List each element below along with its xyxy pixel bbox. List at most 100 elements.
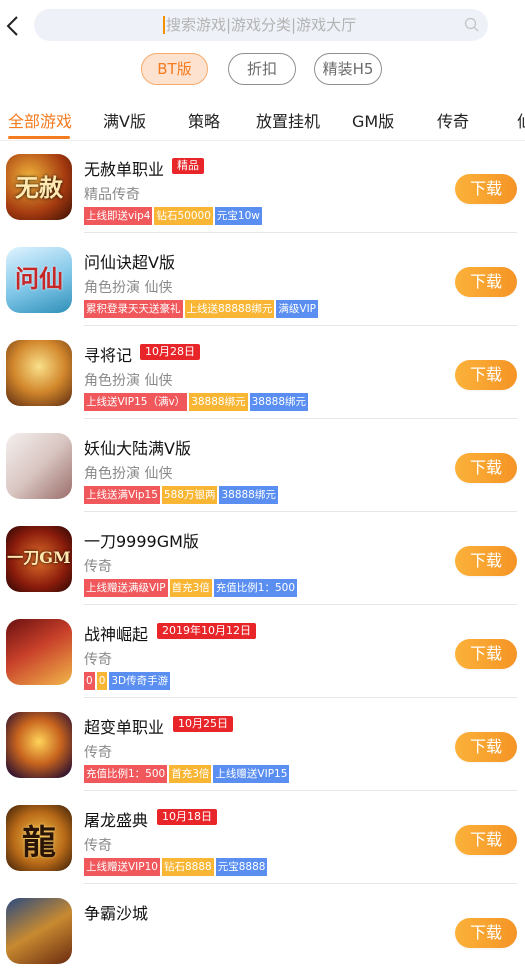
download-button[interactable]: 下载 [455, 732, 517, 762]
game-tag: 38888绑元 [249, 393, 308, 411]
game-tag: 588万银两 [161, 486, 218, 504]
download-button[interactable]: 下载 [455, 453, 517, 483]
game-name[interactable]: 问仙诀超V版 [84, 249, 175, 273]
filter-h5-button[interactable]: 精装H5 [314, 53, 382, 85]
tab-legend[interactable]: 传奇 [437, 108, 469, 132]
filter-discount-button[interactable]: 折扣 [228, 53, 296, 85]
game-icon-text: 一刀GM [7, 548, 71, 567]
filter-pills: BT版 折扣 精装H5 [0, 53, 525, 87]
back-arrow-icon[interactable] [2, 10, 26, 42]
game-category: 角色扮演 仙侠 [84, 373, 173, 389]
game-name[interactable]: 无赦单职业 [84, 156, 164, 180]
game-row[interactable]: 超变单职业 10月25日 传奇 充值比例1：500 首充3倍 上线赠送VIP15 下… [0, 698, 525, 791]
game-icon[interactable] [6, 433, 72, 499]
game-name[interactable]: 战神崛起 [84, 621, 148, 645]
game-tag: 钻石50000 [154, 207, 213, 225]
game-row[interactable]: 妖仙大陆满V版 角色扮演 仙侠 上线送满Vip15 588万银两 38888绑元 下… [0, 419, 525, 512]
game-tag: 钻石8888 [161, 858, 214, 876]
game-tag: 满级VIP [276, 300, 319, 318]
game-tags: 上线送VIP15（满v） 38888绑元 38888绑元 [84, 393, 310, 411]
game-tag: 元宝8888 [215, 858, 268, 876]
game-tags: 累积登录天天送豪礼 上线送88888绑元 满级VIP [84, 300, 320, 318]
tab-full-v[interactable]: 满V版 [103, 108, 146, 132]
game-tag: 充值比例1：500 [213, 579, 298, 597]
game-icon[interactable]: 问仙 [6, 247, 72, 313]
game-name[interactable]: 妖仙大陆满V版 [84, 435, 191, 459]
game-tags: 充值比例1：500 首充3倍 上线赠送VIP15 [84, 765, 291, 783]
game-badge: 精品 [172, 158, 204, 174]
search-input[interactable] [166, 9, 456, 41]
game-tag: 累积登录天天送豪礼 [84, 300, 183, 318]
game-icon[interactable] [6, 898, 72, 964]
game-tags: 0 0 3D传奇手游 [84, 672, 172, 690]
tab-strategy[interactable]: 策略 [188, 108, 220, 132]
game-icon[interactable]: 一刀GM [6, 526, 72, 592]
game-tag: 上线送满Vip15 [84, 486, 160, 504]
game-icon[interactable]: 无赦 [6, 154, 72, 220]
game-row[interactable]: 战神崛起 2019年10月12日 传奇 0 0 3D传奇手游 下载 [0, 605, 525, 698]
game-category: 传奇 [84, 652, 112, 668]
tab-idle[interactable]: 放置挂机 [256, 108, 320, 132]
game-icon-text: 龍 [22, 823, 56, 863]
download-button[interactable]: 下载 [455, 825, 517, 855]
game-category: 传奇 [84, 559, 112, 575]
download-button[interactable]: 下载 [455, 267, 517, 297]
game-icon[interactable] [6, 712, 72, 778]
game-tag: 3D传奇手游 [109, 672, 171, 690]
top-bar [0, 0, 525, 52]
game-row[interactable]: 一刀GM 一刀9999GM版 传奇 上线赠送满级VIP 首充3倍 充值比例1：500… [0, 512, 525, 605]
download-button[interactable]: 下载 [455, 918, 517, 948]
game-category: 传奇 [84, 745, 112, 761]
game-row[interactable]: 寻将记 10月28日 角色扮演 仙侠 上线送VIP15（满v） 38888绑元 38… [0, 326, 525, 419]
category-tabs: 全部游戏 满V版 策略 放置挂机 GM版 传奇 仙 [0, 100, 525, 141]
game-tag: 38888绑元 [189, 393, 248, 411]
game-tags: 上线送满Vip15 588万银两 38888绑元 [84, 486, 280, 504]
game-tag: 0 [96, 672, 108, 690]
tab-all-games[interactable]: 全部游戏 [8, 108, 72, 132]
game-row[interactable]: 问仙 问仙诀超V版 角色扮演 仙侠 累积登录天天送豪礼 上线送88888绑元 满级V… [0, 233, 525, 326]
game-tag: 上线赠送VIP10 [84, 858, 160, 876]
game-icon[interactable]: 龍 [6, 805, 72, 871]
game-tag: 首充3倍 [169, 765, 212, 783]
game-tags: 上线赠送满级VIP 首充3倍 充值比例1：500 [84, 579, 299, 597]
download-button[interactable]: 下载 [455, 546, 517, 576]
game-category: 传奇 [84, 838, 112, 854]
search-icon[interactable] [464, 17, 480, 33]
game-tag: 上线赠送VIP15 [213, 765, 290, 783]
game-tag: 38888绑元 [219, 486, 278, 504]
game-tag: 元宝10w [214, 207, 262, 225]
game-tag: 充值比例1：500 [84, 765, 168, 783]
filter-bt-button[interactable]: BT版 [141, 53, 208, 85]
game-tags: 上线即送vip4 钻石50000 元宝10w [84, 207, 264, 225]
download-button[interactable]: 下载 [455, 639, 517, 669]
game-tags: 上线赠送VIP10 钻石8888 元宝8888 [84, 858, 269, 876]
game-name[interactable]: 寻将记 [84, 342, 132, 366]
game-tag: 上线即送vip4 [84, 207, 153, 225]
game-name[interactable]: 争霸沙城 [84, 900, 148, 924]
game-tag: 上线赠送满级VIP [84, 579, 168, 597]
game-icon-text: 问仙 [15, 264, 63, 293]
game-row[interactable]: 龍 屠龙盛典 10月18日 传奇 上线赠送VIP10 钻石8888 元宝8888 下… [0, 791, 525, 884]
tab-gm[interactable]: GM版 [352, 108, 394, 132]
game-tag: 上线送88888绑元 [184, 300, 275, 318]
download-button[interactable]: 下载 [455, 360, 517, 390]
game-row[interactable]: 无赦 无赦单职业 精品 精品传奇 上线即送vip4 钻石50000 元宝10w 下载 [0, 140, 525, 233]
game-category: 角色扮演 仙侠 [84, 466, 173, 482]
download-button[interactable]: 下载 [455, 174, 517, 204]
search-bar[interactable] [34, 9, 488, 41]
game-icon[interactable] [6, 619, 72, 685]
game-tag: 0 [84, 672, 95, 690]
game-name[interactable]: 超变单职业 [84, 714, 164, 738]
game-row[interactable]: 争霸沙城 下载 [0, 884, 525, 977]
game-category: 角色扮演 仙侠 [84, 280, 173, 296]
game-name[interactable]: 屠龙盛典 [84, 807, 148, 831]
game-category: 精品传奇 [84, 187, 140, 203]
active-tab-indicator [8, 136, 70, 139]
game-badge: 10月18日 [157, 809, 217, 825]
tab-xian[interactable]: 仙 [517, 108, 525, 132]
game-icon[interactable] [6, 340, 72, 406]
text-cursor [163, 16, 165, 34]
game-name[interactable]: 一刀9999GM版 [84, 528, 199, 552]
game-badge: 10月28日 [140, 344, 200, 360]
game-tag: 上线送VIP15（满v） [84, 393, 188, 411]
